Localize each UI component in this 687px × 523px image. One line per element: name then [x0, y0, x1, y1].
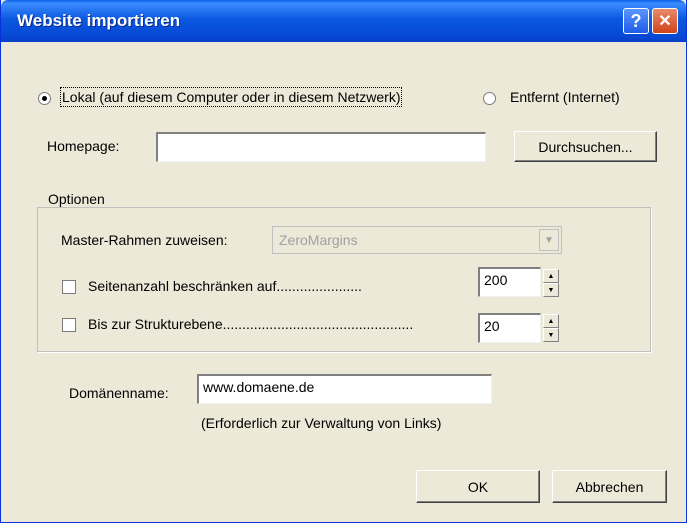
homepage-input[interactable] — [156, 132, 486, 162]
ok-button-label: OK — [467, 478, 489, 495]
limit-pages-input[interactable]: 200 — [478, 267, 541, 297]
master-frame-select[interactable]: ZeroMargins ▼ — [272, 226, 562, 254]
close-icon: ✕ — [658, 13, 672, 30]
domain-input[interactable]: www.domaene.de — [197, 374, 492, 404]
help-button[interactable]: ? — [623, 8, 649, 34]
radio-local[interactable] — [38, 92, 51, 105]
ok-button[interactable]: OK — [416, 470, 540, 503]
homepage-label: Homepage: — [47, 138, 120, 154]
cancel-button[interactable]: Abbrechen — [552, 470, 667, 503]
domain-hint: (Erforderlich zur Verwaltung von Links) — [201, 415, 442, 431]
cancel-button-label: Abbrechen — [575, 478, 644, 495]
title-bar[interactable]: Website importieren ? ✕ — [1, 0, 686, 42]
limit-pages-spinner[interactable]: ▲ ▼ — [543, 269, 559, 297]
dialog-window: Website importieren ? ✕ Lokal (auf diese… — [0, 0, 687, 523]
chevron-down-icon[interactable]: ▼ — [539, 229, 559, 251]
radio-remote[interactable] — [483, 92, 496, 105]
structure-level-input[interactable]: 20 — [478, 313, 541, 343]
spin-up-icon[interactable]: ▲ — [543, 314, 559, 328]
structure-level-checkbox[interactable] — [62, 318, 76, 332]
close-button[interactable]: ✕ — [652, 8, 678, 34]
structure-level-spinner[interactable]: ▲ ▼ — [543, 314, 559, 342]
domain-label: Domänenname: — [69, 385, 169, 401]
spin-down-icon[interactable]: ▼ — [543, 328, 559, 342]
structure-level-label[interactable]: Bis zur Strukturebene...................… — [88, 316, 474, 332]
spin-down-icon[interactable]: ▼ — [543, 283, 559, 297]
limit-pages-label[interactable]: Seitenanzahl beschränken auf............… — [88, 278, 472, 294]
radio-remote-label[interactable]: Entfernt (Internet) — [510, 89, 620, 105]
limit-pages-checkbox[interactable] — [62, 280, 76, 294]
options-legend: Optionen — [45, 191, 108, 207]
browse-button-label: Durchsuchen... — [538, 138, 633, 155]
radio-local-label[interactable]: Lokal (auf diesem Computer oder in diese… — [59, 87, 403, 107]
dialog-title: Website importieren — [17, 11, 181, 30]
master-frame-label: Master-Rahmen zuweisen: — [61, 232, 228, 248]
spin-up-icon[interactable]: ▲ — [543, 269, 559, 283]
help-icon: ? — [630, 10, 642, 31]
browse-button[interactable]: Durchsuchen... — [514, 131, 657, 162]
master-frame-value: ZeroMargins — [279, 232, 358, 248]
